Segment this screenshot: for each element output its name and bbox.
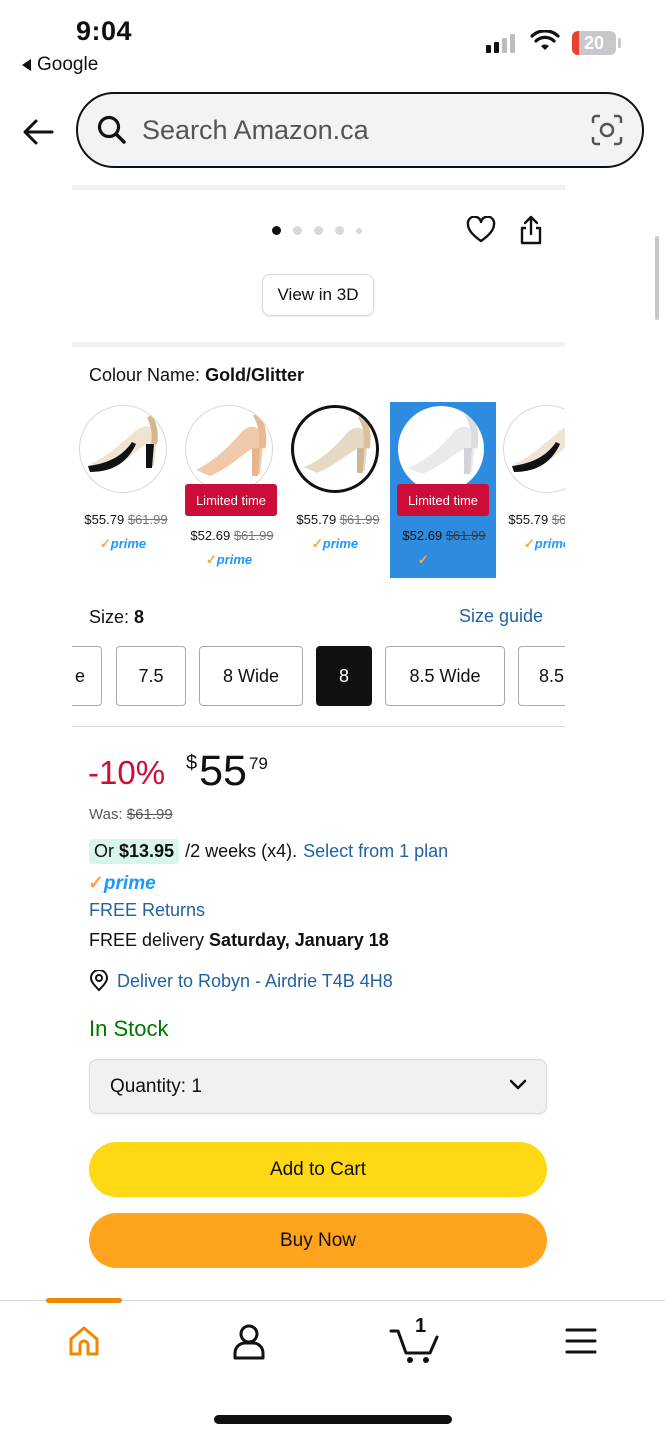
size-value: 8 — [134, 607, 145, 627]
size-option[interactable]: 7.5 — [116, 646, 186, 706]
quantity-select[interactable]: Quantity: 1 — [89, 1059, 547, 1114]
camera-search-icon[interactable] — [590, 113, 624, 147]
view-in-3d-button[interactable]: View in 3D — [262, 274, 374, 316]
swatch-image — [291, 405, 379, 493]
divider — [72, 185, 565, 190]
back-triangle-icon — [22, 59, 31, 71]
search-placeholder: Search Amazon.ca — [142, 114, 369, 145]
share-icon[interactable] — [518, 214, 544, 246]
deliver-to-link[interactable]: Deliver to Robyn - Airdrie T4B 4H8 — [89, 970, 393, 992]
back-to-app-link[interactable]: Google — [22, 54, 98, 76]
was-price: Was: $61.99 — [89, 806, 173, 823]
home-indicator — [214, 1415, 452, 1424]
colour-name-label: Colour Name: Gold/Glitter — [89, 365, 305, 385]
free-returns-link[interactable]: FREE Returns — [89, 900, 205, 921]
cart-count: 1 — [415, 1315, 427, 1337]
search-input[interactable]: Search Amazon.ca — [76, 92, 644, 168]
size-option-selected[interactable]: 8 — [316, 646, 372, 706]
limited-time-badge: Limited time — [397, 484, 489, 516]
status-time: 9:04 — [76, 16, 133, 46]
colour-swatch-silver[interactable]: Limited time $52.69 $61.99 ✓prime — [390, 402, 496, 578]
cellular-signal-icon — [486, 34, 515, 53]
home-icon[interactable] — [66, 1323, 102, 1359]
current-price: $ 55 79 — [186, 747, 268, 795]
delivery-info: FREE delivery Saturday, January 18 — [89, 930, 389, 950]
colour-swatch-black[interactable]: $55.79 $61.99 ✓prime — [72, 402, 178, 578]
swatch-image — [397, 405, 485, 493]
add-to-cart-button[interactable]: Add to Cart — [89, 1142, 547, 1197]
size-guide-link[interactable]: Size guide — [459, 606, 543, 627]
battery-level: 20 — [583, 32, 605, 53]
back-arrow-icon[interactable] — [20, 114, 56, 150]
active-tab-indicator — [46, 1298, 122, 1303]
select-plan-link[interactable]: Select from 1 plan — [303, 841, 448, 862]
colour-name-value: Gold/Glitter — [205, 365, 305, 385]
limited-time-badge: Limited time — [185, 484, 277, 516]
scrollbar[interactable] — [655, 236, 659, 320]
chevron-down-icon — [509, 1079, 527, 1090]
battery-icon: 20 — [572, 31, 616, 55]
swatch-image — [79, 405, 167, 493]
size-option[interactable]: e — [72, 646, 102, 706]
size-option-list[interactable]: e 7.5 8 Wide 8 8.5 Wide 8.5 — [72, 646, 565, 708]
search-icon — [97, 115, 126, 144]
size-option[interactable]: 8.5 — [518, 646, 565, 706]
divider — [72, 342, 565, 347]
swatch-image — [185, 405, 273, 493]
size-label: Size: 8 — [89, 607, 145, 627]
colour-swatch-gold-glitter[interactable]: $55.79 $61.99 ✓prime — [284, 402, 390, 578]
buy-now-button[interactable]: Buy Now — [89, 1213, 547, 1268]
colour-swatch-list[interactable]: $55.79 $61.99 ✓prime Limited time $52.69… — [72, 402, 565, 582]
back-app-label: Google — [37, 54, 99, 75]
location-pin-icon — [89, 970, 109, 992]
size-option[interactable]: 8.5 Wide — [385, 646, 505, 706]
wifi-icon — [530, 30, 560, 50]
prime-badge: ✓prime — [88, 873, 156, 894]
image-carousel-dots[interactable] — [272, 226, 362, 235]
divider — [72, 726, 565, 727]
discount-percent: -10% — [88, 754, 166, 791]
size-option[interactable]: 8 Wide — [199, 646, 303, 706]
swatch-image — [503, 405, 565, 493]
colour-swatch-nude[interactable]: Limited time $52.69 $61.99 ✓prime — [178, 402, 284, 578]
menu-icon[interactable] — [565, 1327, 597, 1355]
account-icon[interactable] — [231, 1323, 267, 1361]
payment-plan: Or $13.95 /2 weeks (x4). Select from 1 p… — [89, 839, 448, 864]
colour-swatch-black-2[interactable]: $55.79 $61.99 ✓prime — [496, 402, 565, 578]
wishlist-heart-icon[interactable] — [466, 216, 496, 244]
stock-status: In Stock — [89, 1016, 169, 1041]
